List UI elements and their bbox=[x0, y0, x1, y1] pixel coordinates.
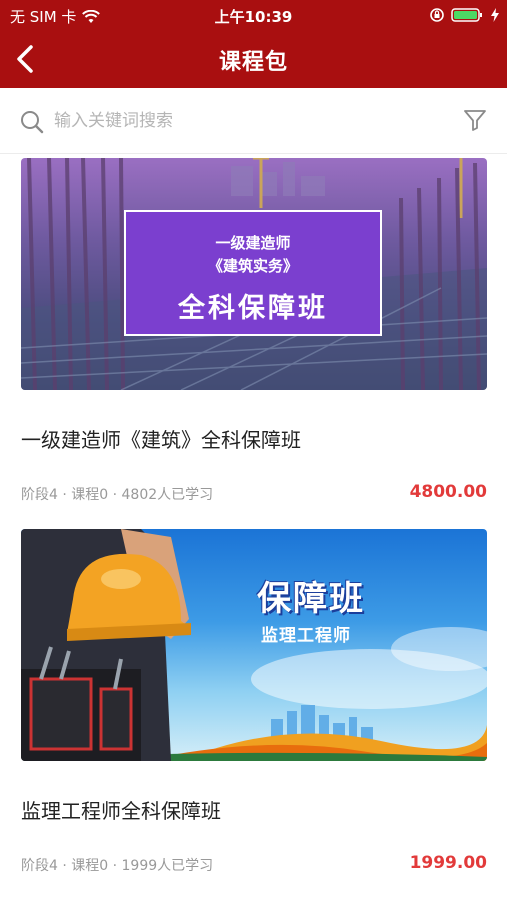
orientation-lock-icon bbox=[430, 8, 444, 22]
course-meta: 阶段4 · 课程0 · 1999人已学习 1999.00 bbox=[21, 853, 487, 877]
cover-line-1: 一级建造师 bbox=[215, 234, 291, 252]
cover-overlay-box: 一级建造师 《建筑实务》 全科保障班 bbox=[124, 210, 382, 336]
course-price: 1999.00 bbox=[409, 853, 487, 873]
charging-icon bbox=[491, 8, 499, 22]
course-card[interactable]: 一级建造师 《建筑实务》 全科保障班 一级建造师《建筑》全科保障班 阶段4 · … bbox=[21, 158, 487, 506]
cover-line-3: 全科保障班 bbox=[178, 293, 328, 324]
battery-icon bbox=[451, 8, 482, 22]
cover-line-2: 监理工程师 bbox=[261, 626, 351, 646]
course-stats: 阶段4 · 课程0 · 1999人已学习 bbox=[21, 858, 214, 874]
course-cover-image[interactable]: 保障班 监理工程师 bbox=[21, 529, 487, 761]
course-price: 4800.00 bbox=[409, 482, 487, 502]
search-input[interactable] bbox=[54, 106, 434, 136]
status-bar: 无 SIM 卡 上午10:39 bbox=[0, 0, 507, 30]
course-stats: 阶段4 · 课程0 · 4802人已学习 bbox=[21, 487, 214, 503]
course-cover-image[interactable]: 一级建造师 《建筑实务》 全科保障班 bbox=[21, 158, 487, 390]
page-title: 课程包 bbox=[218, 50, 288, 75]
cover-line-1: 保障班 bbox=[257, 579, 365, 619]
status-right bbox=[429, 7, 499, 23]
search-icon[interactable] bbox=[20, 110, 44, 134]
course-meta: 阶段4 · 课程0 · 4802人已学习 4800.00 bbox=[21, 482, 487, 506]
filter-icon bbox=[464, 110, 486, 131]
worker-scene-illustration bbox=[21, 529, 487, 761]
course-title[interactable]: 监理工程师全科保障班 bbox=[21, 795, 487, 823]
cover-line-2: 《建筑实务》 bbox=[207, 257, 298, 275]
nav-bar: 课程包 bbox=[0, 30, 507, 88]
filter-button[interactable] bbox=[463, 108, 487, 136]
course-card[interactable]: 保障班 监理工程师 监理工程师全科保障班 阶段4 · 课程0 · 1999人已学… bbox=[21, 529, 487, 877]
course-title[interactable]: 一级建造师《建筑》全科保障班 bbox=[21, 424, 487, 452]
search-bar bbox=[0, 88, 507, 154]
